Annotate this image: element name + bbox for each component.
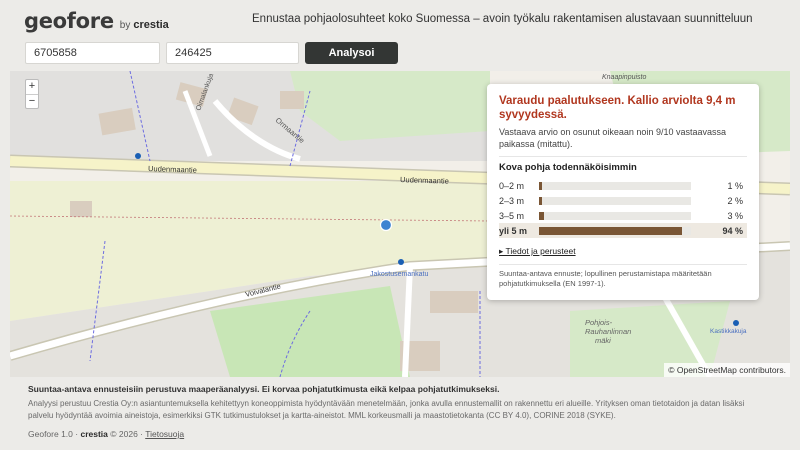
place-label-line-2: Rauhanlinnan [585, 327, 631, 336]
zoom-control: + − [25, 79, 39, 109]
zoom-in-button[interactable]: + [26, 80, 38, 94]
analyze-button[interactable]: Analysoi [305, 42, 398, 64]
tagline: Ennustaa pohjaolosuhteet koko Suomessa –… [252, 13, 753, 25]
east-coordinate-input[interactable] [166, 42, 299, 64]
probability-row: 2–3 m 2 % [499, 193, 747, 208]
result-title: Varaudu paalutukseen. Kallio arviolta 9,… [499, 95, 736, 121]
probability-bar-track [539, 196, 691, 205]
probability-bar-fill [539, 211, 544, 220]
map-attribution[interactable]: © OpenStreetMap contributors. [664, 363, 790, 377]
divider [499, 264, 747, 265]
footer-description: Analyysi perustuu Crestia Oy:n asiantunt… [28, 399, 745, 420]
result-subtitle: Vastaava arvio on osunut oikeaan noin 9/… [499, 127, 726, 149]
probability-row: yli 5 m 94 % [499, 223, 747, 238]
probability-percent: 1 % [727, 180, 743, 191]
footer-meta: Geofore 1.0 · crestia © 2026 · Tietosuoj… [28, 429, 748, 439]
probability-percent: 94 % [722, 225, 743, 236]
probability-bar-track [539, 211, 691, 220]
place-label-line-3: mäki [595, 336, 611, 345]
header: geofore by crestia Ennustaa pohjaolosuht… [0, 0, 800, 40]
result-note: Suuntaa-antava ennuste; lopullinen perus… [499, 269, 712, 288]
footer: Suuntaa-antava ennusteisiin perustuva ma… [28, 384, 748, 439]
place-label-line-1: Pohjois- [585, 318, 613, 327]
probability-bar-fill [539, 226, 682, 235]
logo-brand: crestia [133, 19, 169, 31]
street-label-jakostusemankatu: Jakostusemankatu [370, 271, 428, 278]
logo-wordmark: geofore [24, 9, 114, 33]
footer-disclaimer: Suuntaa-antava ennusteisiin perustuva ma… [28, 384, 500, 394]
details-link[interactable]: ▸ Tiedot ja perusteet [499, 246, 747, 257]
zoom-out-button[interactable]: − [26, 94, 38, 108]
footer-version: Geofore 1.0 · [28, 429, 79, 439]
footer-brand[interactable]: crestia [80, 429, 107, 439]
probability-percent: 3 % [727, 210, 743, 221]
probability-depth-label: 0–2 m [499, 180, 525, 191]
street-label-kastikkakuja: Kastikkakuja [710, 328, 747, 335]
north-coordinate-input[interactable] [25, 42, 160, 64]
probability-depth-label: 2–3 m [499, 195, 525, 206]
logo-by: by [119, 20, 131, 31]
probability-bar-track [539, 181, 691, 190]
street-label-uudenmaantie-left: Uudenmaantie [148, 164, 197, 175]
probability-percent: 2 % [727, 195, 743, 206]
probability-bar-fill [539, 181, 543, 190]
probability-row: 0–2 m 1 % [499, 178, 747, 193]
probability-list: 0–2 m 1 % 2–3 m 2 % 3–5 m 3 % yli 5 m 94 % [499, 178, 747, 238]
divider [499, 156, 747, 157]
probability-row: 3–5 m 3 % [499, 208, 747, 223]
probability-bar-track [539, 226, 691, 235]
footer-year: © 2026 · [110, 429, 143, 439]
probability-depth-label: yli 5 m [499, 225, 528, 236]
place-label-knaapinpuisto: Knaapinpuisto [602, 74, 646, 81]
probability-depth-label: 3–5 m [499, 210, 525, 221]
privacy-link[interactable]: Tietosuoja [145, 429, 184, 439]
result-card: Varaudu paalutukseen. Kallio arviolta 9,… [487, 84, 759, 300]
probability-bar-fill [539, 196, 543, 205]
probability-title: Kova pohja todennäköisimmin [499, 162, 637, 173]
street-label-uudenmaantie-right: Uudenmaantie [400, 175, 449, 186]
logo[interactable]: geofore by crestia [24, 9, 169, 33]
